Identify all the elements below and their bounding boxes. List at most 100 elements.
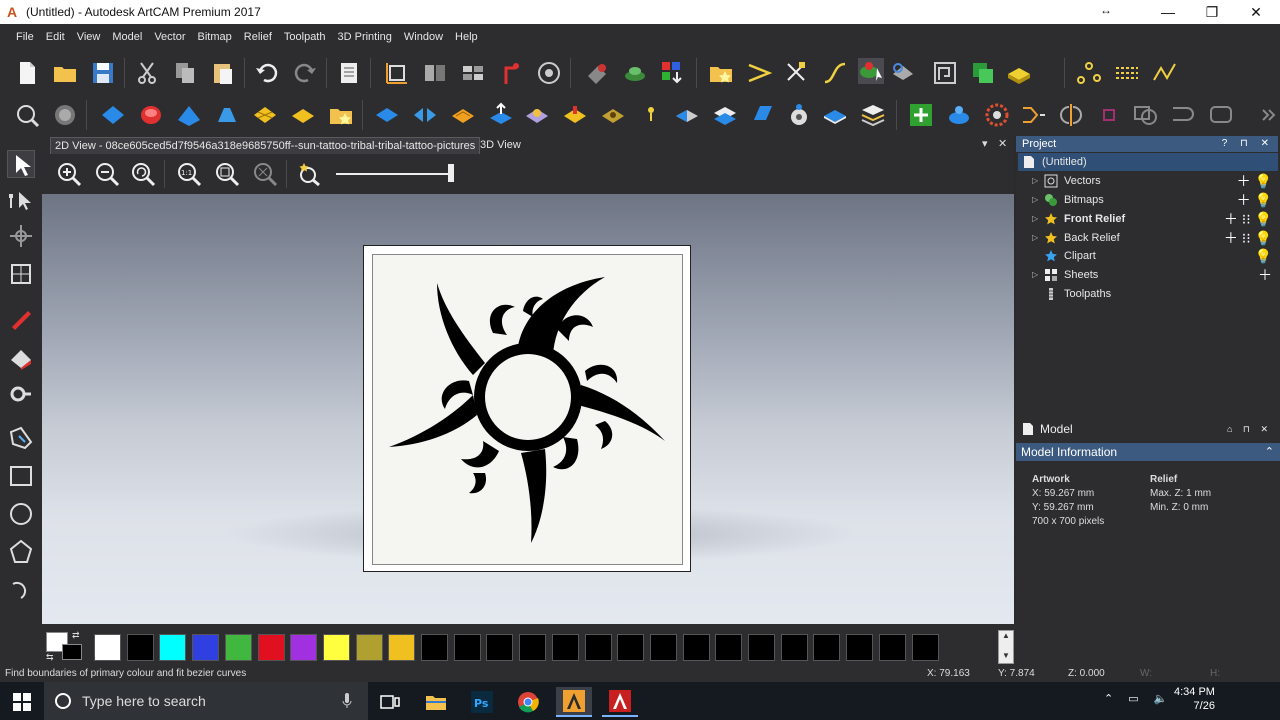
extrude-icon[interactable]	[176, 102, 202, 128]
palette-swatch[interactable]	[224, 634, 252, 661]
vectors-actions[interactable]: ＋ 💡	[1237, 172, 1272, 190]
zoom-in-icon[interactable]	[56, 161, 82, 187]
palette-swatch[interactable]	[159, 634, 187, 661]
zoom-out-icon[interactable]	[94, 161, 120, 187]
system-tray-icons[interactable]: ⌃ ▭ 🔈	[1104, 692, 1173, 705]
save-icon[interactable]	[90, 60, 116, 86]
node-edit-icon[interactable]	[784, 60, 810, 86]
taskbar-search-box[interactable]: Type here to search	[44, 682, 368, 720]
menu-vector[interactable]: Vector	[148, 31, 191, 43]
two-rail-sweep-icon[interactable]	[214, 102, 240, 128]
arc-tool-icon[interactable]	[7, 574, 35, 602]
polyline-icon[interactable]	[1152, 60, 1178, 86]
smooth-relief-icon[interactable]	[524, 102, 550, 128]
tree-item-sheets[interactable]: ▷ Sheets ＋	[1018, 266, 1278, 284]
merge-relief-icon[interactable]	[412, 102, 438, 128]
model-position-icon[interactable]	[422, 60, 448, 86]
palette-swatch[interactable]	[584, 634, 612, 661]
toolbar-overflow-icon[interactable]	[1256, 102, 1276, 128]
bake-relief-icon[interactable]	[946, 102, 972, 128]
maximize-button[interactable]: ❐	[1190, 0, 1234, 24]
palette-swatch[interactable]	[551, 634, 579, 661]
palette-swatch[interactable]	[813, 634, 841, 661]
tab-2d-view[interactable]: 2D View - 08ce605ced5d7f9546a318e9685750…	[50, 137, 481, 154]
symmetry-icon[interactable]	[1058, 102, 1084, 128]
file-explorer-icon[interactable]	[418, 687, 454, 717]
2d-view-canvas[interactable]	[42, 194, 1014, 624]
zoom-slider-handle[interactable]	[448, 164, 454, 182]
palette-swatch[interactable]	[878, 634, 906, 661]
palette-swatch[interactable]	[911, 634, 939, 661]
highlight-zoom-icon[interactable]	[296, 161, 322, 187]
measure-icon[interactable]	[536, 60, 562, 86]
weave-icon[interactable]	[252, 102, 278, 128]
zoom-one-to-one-icon[interactable]: 1:1	[176, 161, 202, 187]
relief-clipart-icon[interactable]	[328, 102, 354, 128]
tree-item-front-relief[interactable]: ▷ Front Relief ＋ ⁝⁝ 💡	[1018, 210, 1278, 228]
close-view-icon[interactable]: ✕	[998, 137, 1007, 150]
tree-item-untitled[interactable]: (Untitled)	[1018, 153, 1278, 171]
vector-tool-icon[interactable]	[746, 60, 773, 86]
autodesk-taskbar-icon[interactable]	[602, 687, 638, 717]
project-panel-buttons[interactable]: ? ⊓ ✕	[1222, 136, 1274, 152]
polygon-tool-icon[interactable]	[7, 538, 35, 566]
draw-polyline-icon[interactable]	[7, 424, 35, 452]
tree-item-bitmaps[interactable]: ▷ Bitmaps ＋ 💡	[1018, 191, 1278, 209]
move-icon[interactable]	[7, 222, 35, 250]
offset-relief-icon[interactable]	[450, 102, 476, 128]
notes-icon[interactable]	[336, 60, 362, 86]
transform-icon[interactable]	[7, 260, 35, 288]
expand-arrow-icon[interactable]: ▷	[1032, 172, 1038, 190]
shape-editor-icon[interactable]	[100, 102, 126, 128]
model-page[interactable]	[363, 245, 691, 572]
overlap-shapes-icon[interactable]	[1132, 102, 1158, 128]
sheets-actions[interactable]: ＋	[1258, 266, 1272, 284]
3d-shape-icon[interactable]	[138, 102, 164, 128]
cut-plane-icon[interactable]	[674, 102, 700, 128]
open-folder-icon[interactable]	[52, 60, 78, 86]
palette-swatch[interactable]	[486, 634, 514, 661]
palette-swatch[interactable]	[94, 634, 121, 661]
redo-icon[interactable]	[292, 60, 318, 86]
layer-stack-icon[interactable]	[622, 60, 648, 86]
palette-swatch[interactable]	[453, 634, 481, 661]
cut-icon[interactable]	[134, 60, 160, 86]
zoom-selection-icon[interactable]	[252, 161, 278, 187]
palette-swatch[interactable]	[715, 634, 743, 661]
photoshop-icon[interactable]: Ps	[464, 687, 500, 717]
model-information-header[interactable]: Model Information ⌃	[1016, 443, 1280, 461]
palette-swatch[interactable]	[748, 634, 775, 661]
palette-swatch[interactable]	[290, 634, 318, 661]
rectangle-tool-icon[interactable]	[7, 462, 35, 490]
spline-icon[interactable]	[1114, 60, 1140, 86]
menu-view[interactable]: View	[71, 31, 107, 43]
palette-swatch[interactable]	[388, 634, 416, 661]
front-relief-actions[interactable]: ＋ ⁝⁝ 💡	[1224, 210, 1272, 228]
palette-swatch[interactable]	[322, 634, 350, 661]
back-relief-actions[interactable]: ＋ ⁝⁝ 💡	[1224, 229, 1272, 247]
reset-origin-icon[interactable]	[498, 60, 524, 86]
bitmap-outline-icon[interactable]	[932, 60, 958, 86]
plane-relief-icon[interactable]	[750, 102, 776, 128]
relief-view-icon[interactable]	[52, 102, 78, 128]
node-select-icon[interactable]	[7, 186, 35, 214]
color-import-icon[interactable]	[660, 60, 686, 86]
mirror-icon[interactable]	[1020, 102, 1046, 128]
palette-swatch[interactable]	[682, 634, 710, 661]
expand-arrow-icon[interactable]: ▷	[1032, 229, 1038, 247]
eraser-icon[interactable]	[584, 60, 610, 86]
eyedropper-icon[interactable]	[7, 382, 35, 410]
texture-relief-icon[interactable]	[290, 102, 316, 128]
relief-layers-icon[interactable]	[860, 102, 886, 128]
select-arrow-icon[interactable]	[7, 150, 35, 178]
task-view-icon[interactable]	[372, 687, 408, 717]
palette-swatch[interactable]	[846, 634, 874, 661]
windows-start-icon[interactable]	[4, 687, 40, 717]
expand-arrow-icon[interactable]: ▷	[1032, 191, 1038, 209]
palette-swatch[interactable]	[617, 634, 645, 661]
copy-icon[interactable]	[172, 60, 198, 86]
fade-relief-icon[interactable]	[600, 102, 626, 128]
palette-swatch[interactable]	[780, 634, 808, 661]
microphone-icon[interactable]	[342, 693, 352, 709]
minimize-button[interactable]: —	[1146, 0, 1190, 24]
